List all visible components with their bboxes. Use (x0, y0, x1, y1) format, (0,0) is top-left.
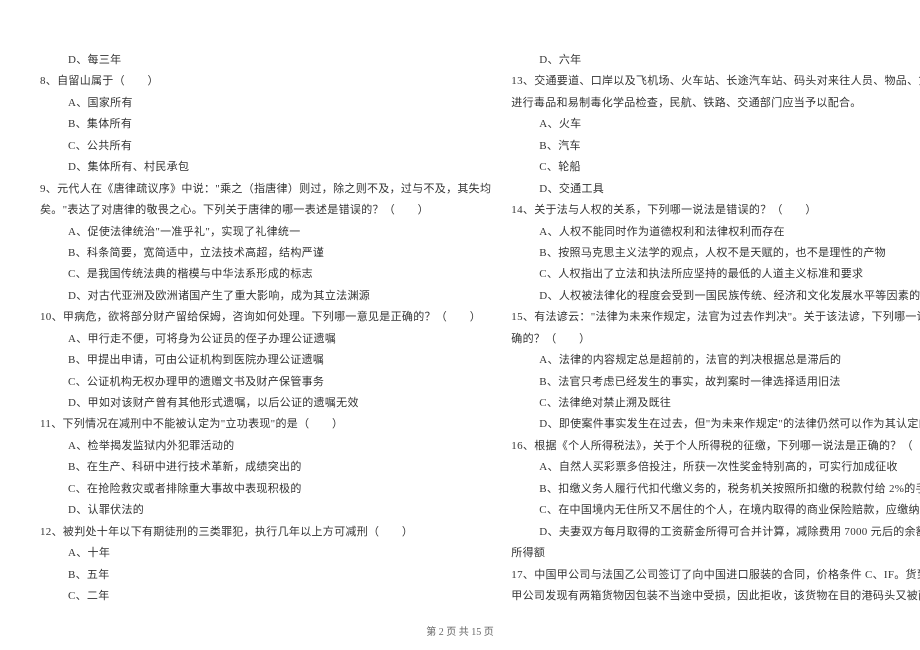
text-line: C、在中国境内无住所又不居住的个人，在境内取得的商业保险赔款，应缴纳个人所得税 (511, 500, 920, 521)
text-line: A、甲行走不便，可将身为公证员的侄子办理公证遗嘱 (40, 329, 491, 350)
text-line: 16、根据《个人所得税法》，关于个人所得税的征缴，下列哪一说法是正确的？（ ） (511, 436, 920, 457)
text-line: 11、下列情况在减刑中不能被认定为"立功表现"的是（ ） (40, 414, 491, 435)
text-line: B、五年 (40, 565, 491, 586)
text-line: B、法官只考虑已经发生的事实，故判案时一律选择适用旧法 (511, 372, 920, 393)
text-line: B、集体所有 (40, 114, 491, 135)
text-line: 进行毒品和易制毒化学品检查，民航、铁路、交通部门应当予以配合。 (511, 93, 920, 114)
text-line: D、认罪伏法的 (40, 500, 491, 521)
text-line: B、甲提出申请，可由公证机构到医院办理公证遗嘱 (40, 350, 491, 371)
text-line: D、对古代亚洲及欧洲诸国产生了重大影响，成为其立法渊源 (40, 286, 491, 307)
text-line: D、每三年 (40, 50, 491, 71)
text-line: A、火车 (511, 114, 920, 135)
text-line: 14、关于法与人权的关系，下列哪一说法是错误的？（ ） (511, 200, 920, 221)
text-line: B、按照马克思主义法学的观点，人权不是天赋的，也不是理性的产物 (511, 243, 920, 264)
two-column-layout: D、每三年8、自留山属于（ ）A、国家所有B、集体所有C、公共所有D、集体所有、… (40, 50, 880, 590)
text-line: 17、中国甲公司与法国乙公司签订了向中国进口服装的合同，价格条件 C、IF。货到… (511, 565, 920, 586)
text-line: 确的？（ ） (511, 329, 920, 350)
text-line: C、人权指出了立法和执法所应坚持的最低的人道主义标准和要求 (511, 264, 920, 285)
text-line: B、扣缴义务人履行代扣代缴义务的，税务机关按照所扣缴的税款付给 2%的手续费 (511, 479, 920, 500)
text-line: B、汽车 (511, 136, 920, 157)
text-line: C、法律绝对禁止溯及既往 (511, 393, 920, 414)
text-line: A、人权不能同时作为道德权利和法律权利而存在 (511, 222, 920, 243)
text-line: A、国家所有 (40, 93, 491, 114)
text-line: A、十年 (40, 543, 491, 564)
text-line: A、检举揭发监狱内外犯罪活动的 (40, 436, 491, 457)
text-line: D、六年 (511, 50, 920, 71)
text-line: A、促使法律统治"一准乎礼"，实现了礼律统一 (40, 222, 491, 243)
text-line: 13、交通要道、口岸以及飞机场、火车站、长途汽车站、码头对来往人员、物品、货物以… (511, 71, 920, 92)
text-line: 12、被判处十年以下有期徒刑的三类罪犯，执行几年以上方可减刑（ ） (40, 522, 491, 543)
text-line: A、法律的内容规定总是超前的，法官的判决根据总是滞后的 (511, 350, 920, 371)
text-line: D、集体所有、村民承包 (40, 157, 491, 178)
text-line: C、二年 (40, 586, 491, 607)
text-line: 10、甲病危，欲将部分财产留给保姆，咨询如何处理。下列哪一意见是正确的？（ ） (40, 307, 491, 328)
text-line: C、是我国传统法典的楷模与中华法系形成的标志 (40, 264, 491, 285)
text-line: B、科条简要，宽简适中，立法技术高超，结构严谨 (40, 243, 491, 264)
text-line: 9、元代人在《唐律疏议序》中说："乘之（指唐律）则过，除之则不及，过与不及，其失… (40, 179, 491, 200)
text-line: B、在生产、科研中进行技术革新，成绩突出的 (40, 457, 491, 478)
text-line: 15、有法谚云："法律为未来作规定，法官为过去作判决"。关于该法谚，下列哪一说法… (511, 307, 920, 328)
left-column: D、每三年8、自留山属于（ ）A、国家所有B、集体所有C、公共所有D、集体所有、… (40, 50, 491, 590)
text-line: A、自然人买彩票多倍投注，所获一次性奖金特别高的，可实行加成征收 (511, 457, 920, 478)
text-line: 矣。"表达了对唐律的敬畏之心。下列关于唐律的哪一表述是错误的？（ ） (40, 200, 491, 221)
text-line: C、公共所有 (40, 136, 491, 157)
text-line: D、夫妻双方每月取得的工资薪金所得可合并计算，减除费用 7000 元后的余额，为… (511, 522, 920, 543)
text-line: D、交通工具 (511, 179, 920, 200)
text-line: 所得额 (511, 543, 920, 564)
text-line: D、即使案件事实发生在过去，但"为未来作规定"的法律仍然可以作为其认定的根据 (511, 414, 920, 435)
right-column: D、六年13、交通要道、口岸以及飞机场、火车站、长途汽车站、码头对来往人员、物品… (511, 50, 920, 590)
text-line: C、公证机构无权办理甲的遗赠文书及财产保管事务 (40, 372, 491, 393)
text-line: 甲公司发现有两箱货物因包装不当途中受损，因此拒收，该货物在目的港码头又被雨淋受损… (511, 586, 920, 607)
text-line: D、人权被法律化的程度会受到一国民族传统、经济和文化发展水平等因素的影响 (511, 286, 920, 307)
text-line: C、在抢险救灾或者排除重大事故中表现积极的 (40, 479, 491, 500)
text-line: 8、自留山属于（ ） (40, 71, 491, 92)
text-line: C、轮船 (511, 157, 920, 178)
page-footer: 第 2 页 共 15 页 (0, 623, 920, 638)
text-line: D、甲如对该财产曾有其他形式遗嘱，以后公证的遗嘱无效 (40, 393, 491, 414)
